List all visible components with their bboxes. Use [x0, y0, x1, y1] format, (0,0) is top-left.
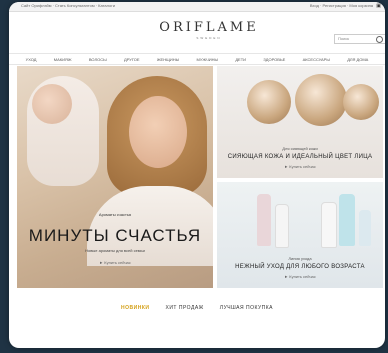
cream-bottle-image [339, 194, 355, 246]
cream-bottle-image [321, 202, 337, 248]
cream-bottle-image [359, 210, 371, 246]
pearls-product-image [343, 84, 379, 120]
main-nav: УХОД МАКИЯЖ ВОЛОСЫ ДРУГОЕ ЖЕНЩИНЫ МУЖЧИН… [9, 53, 385, 65]
cart-icon[interactable]: ▣ [376, 3, 381, 9]
account-links[interactable]: Вход · Регистрация · Моя корзина [310, 3, 373, 8]
promo-top-caption: Для сияющей кожи [282, 146, 318, 151]
nav-item[interactable]: МАКИЯЖ [54, 57, 72, 62]
nav-item[interactable]: АКСЕССУАРЫ [303, 57, 330, 62]
tab-new[interactable]: НОВИНКИ [121, 305, 149, 319]
hero-caption: Новые ароматы для всей семьи [85, 248, 145, 253]
cream-bottle-image [275, 204, 289, 248]
product-tabs: НОВИНКИ ХИТ ПРОДАЖ ЛУЧШАЯ ПОКУПКА [9, 305, 385, 319]
hero-subtitle: Ароматы счастья [98, 212, 132, 217]
browser-screen: Сайт Орифлэйм · Стать Консультантом · Ка… [9, 2, 385, 348]
nav-item[interactable]: ЖЕНЩИНЫ [157, 57, 179, 62]
promo-top-title: СИЯЮЩАЯ КОЖА И ИДЕАЛЬНЫЙ ЦВЕТ ЛИЦА [227, 154, 373, 160]
top-links[interactable]: Сайт Орифлэйм · Стать Консультантом · Ка… [21, 3, 115, 8]
nav-item[interactable]: ДРУГОЕ [124, 57, 140, 62]
pearls-product-image [247, 80, 291, 124]
search-icon[interactable] [376, 36, 383, 43]
promo-banner-top[interactable]: Для сияющей кожи СИЯЮЩАЯ КОЖА И ИДЕАЛЬНЫ… [217, 66, 383, 178]
nav-item[interactable]: МУЖЧИНЫ [196, 57, 218, 62]
tab-best-buy[interactable]: ЛУЧШАЯ ПОКУПКА [220, 305, 273, 319]
hero-title: МИНУТЫ СЧАСТЬЯ [28, 226, 202, 245]
pearls-product-image [295, 74, 347, 126]
top-utility-bar: Сайт Орифлэйм · Стать Консультантом · Ка… [9, 2, 385, 12]
promo-top-buy-link[interactable]: ► Купить сейчас [217, 164, 383, 169]
search-input[interactable]: Поиск [334, 34, 385, 44]
cream-bottle-image [257, 194, 271, 246]
search-placeholder: Поиск [338, 36, 350, 41]
nav-item[interactable]: ДЛЯ ДОМА [347, 57, 368, 62]
nav-item[interactable]: УХОД [26, 57, 37, 62]
tab-bestsellers[interactable]: ХИТ ПРОДАЖ [165, 305, 203, 319]
nav-item[interactable]: ВОЛОСЫ [89, 57, 107, 62]
promo-banner-bottom[interactable]: Линия ухода НЕЖНЫЙ УХОД ДЛЯ ЛЮБОГО ВОЗРА… [217, 182, 383, 288]
hero-buy-link[interactable]: ► Купить сейчас [17, 260, 213, 265]
oriflame-logo[interactable]: ORIFLAME [159, 20, 259, 35]
hero-text-layer: Ароматы счастья МИНУТЫ СЧАСТЬЯ Новые аро… [17, 66, 213, 288]
promo-bottom-buy-link[interactable]: ► Купить сейчас [217, 274, 383, 279]
site-header: ORIFLAME SWEDEN Поиск [9, 12, 385, 50]
logo-subtitle: SWEDEN [196, 36, 222, 40]
promo-bottom-title: НЕЖНЫЙ УХОД ДЛЯ ЛЮБОГО ВОЗРАСТА [235, 264, 365, 270]
promo-bottom-caption: Линия ухода [288, 256, 312, 261]
nav-item[interactable]: ЗДОРОВЬЕ [263, 57, 285, 62]
nav-item[interactable]: ДЕТИ [235, 57, 246, 62]
